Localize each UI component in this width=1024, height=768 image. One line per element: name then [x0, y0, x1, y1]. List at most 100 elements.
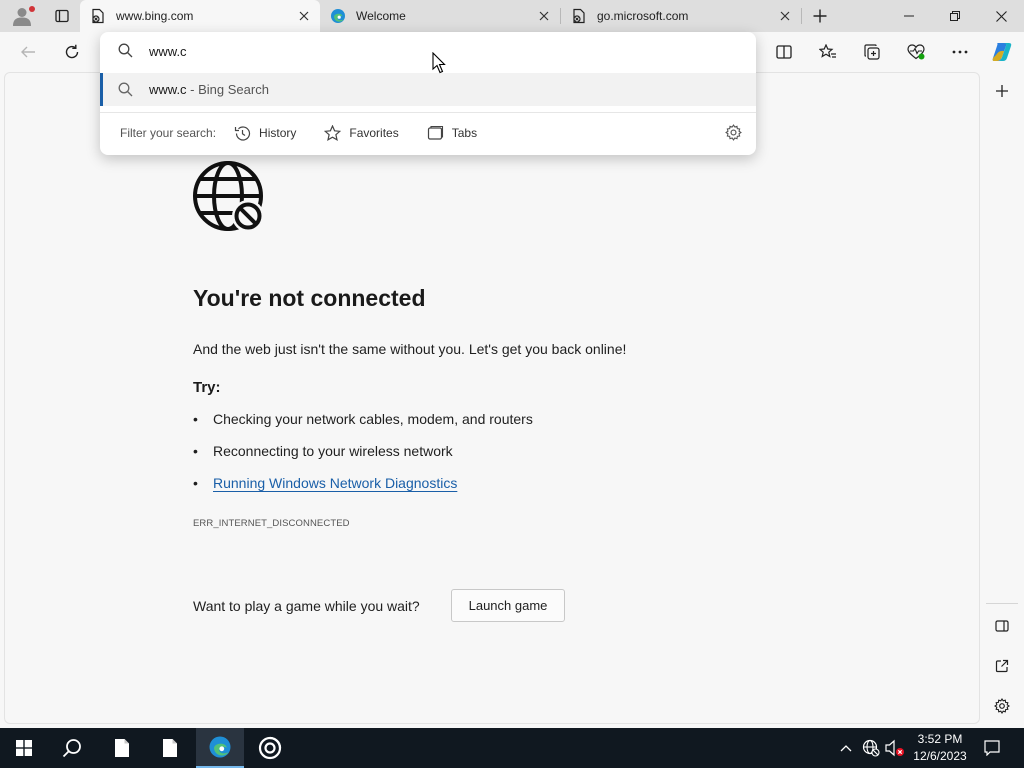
minimize-button[interactable]: [886, 0, 932, 32]
suggestion-text: Reconnecting to your wireless network: [213, 443, 453, 459]
network-status-button[interactable]: [860, 728, 882, 768]
tab-actions-button[interactable]: [44, 0, 80, 32]
globe-blocked-icon: [193, 161, 264, 232]
search-suggestion[interactable]: www.c - Bing Search: [100, 73, 756, 106]
tab-title: go.microsoft.com: [597, 9, 689, 23]
taskbar-file-1[interactable]: [98, 728, 146, 768]
list-item: Reconnecting to your wireless network: [193, 443, 533, 475]
restore-button[interactable]: [932, 0, 978, 32]
star-icon: [324, 124, 342, 141]
windows-logo-icon: [16, 740, 32, 756]
filter-tabs-button[interactable]: Tabs: [427, 125, 477, 142]
sidebar-add-button[interactable]: [988, 77, 1016, 105]
refresh-button[interactable]: [58, 38, 86, 66]
clock-time: 3:52 PM: [917, 732, 963, 746]
file-icon: [163, 739, 177, 757]
address-input-text: www.c: [149, 44, 187, 59]
tab-strip: www.bing.com Welcome go.microsoft.com: [0, 0, 1024, 32]
disc-app-icon: [258, 736, 282, 760]
favorites-button[interactable]: [814, 38, 842, 66]
copilot-button[interactable]: [988, 38, 1016, 66]
arrow-left-icon: [21, 46, 35, 58]
filter-label: Filter your search:: [120, 126, 217, 140]
page-broken-icon: [92, 8, 104, 24]
back-button[interactable]: [14, 38, 42, 66]
network-diagnostics-link[interactable]: Running Windows Network Diagnostics: [213, 475, 457, 491]
star-list-icon: [819, 44, 836, 58]
tab-close-icon[interactable]: [296, 8, 312, 24]
address-input[interactable]: www.c: [100, 32, 756, 70]
search-filter-row: Filter your search: History Favorites Ta…: [120, 123, 505, 143]
tab-close-icon[interactable]: [777, 8, 793, 24]
split-screen-icon: [776, 45, 792, 59]
error-title: You're not connected: [193, 285, 426, 311]
suggestion-suffix: - Bing Search: [186, 82, 269, 97]
new-tab-button[interactable]: [802, 0, 838, 32]
page-broken-icon: [573, 8, 585, 24]
restore-icon: [950, 11, 960, 21]
mouse-cursor-icon: [432, 52, 446, 74]
filter-label-tabs: Tabs: [451, 126, 478, 140]
split-screen-button[interactable]: [770, 38, 798, 66]
error-code: ERR_INTERNET_DISCONNECTED: [193, 518, 350, 529]
suggestion-list: Checking your network cables, modem, and…: [193, 411, 533, 507]
taskbar-search-button[interactable]: [48, 728, 96, 768]
clock-date: 12/6/2023: [913, 749, 967, 763]
notifications-button[interactable]: [976, 728, 1008, 768]
history-icon: [234, 125, 251, 141]
suggestion-label: www.c - Bing Search: [149, 82, 269, 97]
close-icon: [995, 10, 1007, 22]
volume-button[interactable]: [884, 728, 906, 768]
collections-button[interactable]: [858, 38, 886, 66]
copilot-icon: [992, 43, 1012, 61]
filter-history-button[interactable]: History: [234, 125, 296, 142]
start-button[interactable]: [0, 728, 48, 768]
sidebar-open-external-button[interactable]: [988, 652, 1016, 680]
dropdown-divider: [100, 112, 756, 113]
error-subtitle: And the web just isn't the same without …: [193, 341, 627, 357]
taskbar-clock[interactable]: 3:52 PM 12/6/2023: [908, 731, 972, 765]
sidebar-hide-button[interactable]: [988, 612, 1016, 640]
launch-game-button[interactable]: Launch game: [451, 589, 565, 622]
tab-close-icon[interactable]: [536, 8, 552, 24]
suggestion-text: Checking your network cables, modem, and…: [213, 411, 533, 427]
taskbar-file-2[interactable]: [146, 728, 194, 768]
page-content: You're not connected And the web just is…: [4, 72, 980, 724]
sidebar-divider: [986, 603, 1018, 604]
tab-welcome[interactable]: Welcome: [320, 0, 560, 32]
try-label: Try:: [193, 379, 221, 396]
show-hidden-icons-button[interactable]: [836, 728, 856, 768]
edge-logo-icon: [209, 736, 231, 758]
taskbar: 3:52 PM 12/6/2023: [0, 728, 1024, 768]
refresh-icon: [65, 44, 79, 59]
file-icon: [115, 739, 129, 757]
gear-icon: [725, 124, 742, 141]
heart-pulse-icon: [907, 44, 925, 60]
edge-sidebar: [980, 72, 1024, 726]
browser-essentials-button[interactable]: [902, 38, 930, 66]
chevron-up-icon: [840, 745, 852, 752]
speaker-muted-icon: [885, 739, 904, 757]
close-window-button[interactable]: [978, 0, 1024, 32]
collections-icon: [864, 44, 880, 60]
search-icon: [62, 739, 81, 758]
filter-label-favorites: Favorites: [349, 126, 399, 140]
sidebar-settings-button[interactable]: [988, 692, 1016, 720]
taskbar-app[interactable]: [246, 728, 294, 768]
tab-title: Welcome: [356, 9, 406, 23]
search-settings-button[interactable]: [725, 124, 742, 146]
taskbar-edge[interactable]: [196, 728, 244, 768]
external-link-icon: [995, 659, 1009, 673]
settings-more-button[interactable]: [946, 38, 974, 66]
suggestion-query: www.c: [149, 82, 187, 97]
tab-go-microsoft[interactable]: go.microsoft.com: [561, 0, 801, 32]
list-item: Running Windows Network Diagnostics: [193, 475, 533, 507]
filter-favorites-button[interactable]: Favorites: [324, 124, 399, 142]
gear-icon: [994, 698, 1010, 714]
plus-icon: [996, 85, 1008, 97]
list-item: Checking your network cables, modem, and…: [193, 411, 533, 443]
profile-button[interactable]: [0, 0, 44, 32]
address-bar-dropdown: www.c www.c - Bing Search Filter your se…: [100, 32, 756, 155]
window-controls: [886, 0, 1024, 32]
tab-bing[interactable]: www.bing.com: [80, 0, 320, 32]
